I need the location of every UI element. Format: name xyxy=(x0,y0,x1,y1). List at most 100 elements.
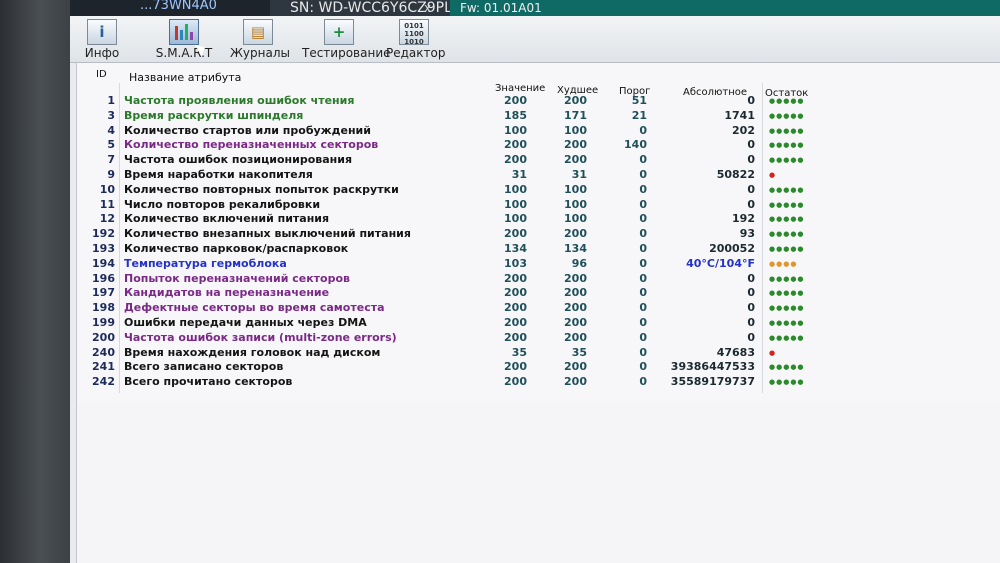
attr-id: 196 xyxy=(92,271,115,285)
attr-id: 1 xyxy=(107,94,115,107)
model-label: ...73WN4A0 xyxy=(140,0,217,13)
attr-worst: 100 xyxy=(564,212,587,226)
table-row[interactable]: 197 Кандидатов на переназначение 200 200 0 0 ●… xyxy=(77,286,1000,301)
attr-id: 199 xyxy=(92,316,115,329)
attr-id: 242 xyxy=(92,375,115,389)
attr-value: 31 xyxy=(511,168,527,181)
attr-threshold: 0 xyxy=(639,375,647,389)
attr-worst: 200 xyxy=(564,301,587,315)
smart-chart-icon xyxy=(169,19,199,45)
attr-worst: 96 xyxy=(571,256,587,270)
table-row[interactable]: 12 Количество включений питания 100 100 0 192… xyxy=(77,212,1000,227)
table-row[interactable]: 194 Температура гермоблока 103 96 0 40°C/104°… xyxy=(77,257,1000,272)
attr-remain-dots: ●●●●● xyxy=(769,141,805,150)
table-row[interactable]: 199 Ошибки передачи данных через DMA 200 20… xyxy=(77,316,1000,331)
attr-remain-dots: ●●●● xyxy=(769,259,798,268)
table-row[interactable]: 9 Время наработки накопителя 31 31 0 50822 ● xyxy=(77,168,1000,183)
table-row[interactable]: 1 Частота проявления ошибок чтения 200 200 5… xyxy=(77,94,1000,109)
attr-threshold: 0 xyxy=(639,123,647,137)
tool-testing-button[interactable]: + Тестирование xyxy=(302,19,391,60)
table-row[interactable]: 11 Число повторов рекалибровки 100 100 0 0 ●●●… xyxy=(77,198,1000,213)
attr-remain-dots: ●●●●● xyxy=(769,97,805,105)
attr-worst: 200 xyxy=(564,375,587,389)
attr-value: 200 xyxy=(504,94,527,107)
attr-raw: 0 xyxy=(747,271,755,285)
attr-remain-dots: ●●●●● xyxy=(769,378,805,387)
attr-threshold: 0 xyxy=(639,227,647,241)
attr-raw: 0 xyxy=(747,182,755,196)
attr-raw: 200052 xyxy=(709,242,755,255)
tool-logs-button[interactable]: ▤ Журналы xyxy=(230,19,290,60)
table-row[interactable]: 198 Дефектные секторы во время самотеста 2… xyxy=(77,301,1000,316)
test-plus-icon: + xyxy=(324,19,354,45)
attr-raw: 93 xyxy=(739,227,755,241)
attr-remain-dots: ●●●●● xyxy=(769,245,805,253)
attr-name: Время нахождения головок над диском xyxy=(124,345,381,359)
table-row[interactable]: 192 Количество внезапных выключений питан… xyxy=(77,227,1000,242)
attr-worst: 134 xyxy=(564,242,587,255)
attr-threshold: 51 xyxy=(631,94,647,107)
toolbar: i Инфо S.M.A.R.T ▤ Журналы + Тестировани… xyxy=(70,16,1000,63)
col-header-value: Значение xyxy=(495,83,546,94)
table-row[interactable]: 196 Попыток переназначений секторов 200 200… xyxy=(77,272,1000,287)
table-row[interactable]: 193 Количество парковок/распарковок 134 134… xyxy=(77,242,1000,257)
col-header-id: ID xyxy=(96,69,107,80)
attr-raw: 0 xyxy=(747,138,755,152)
attr-value: 200 xyxy=(504,227,527,241)
table-row[interactable]: 241 Всего записано секторов 200 200 0 3938644… xyxy=(77,360,1000,375)
attr-name: Дефектные секторы во время самотеста xyxy=(124,301,385,315)
attr-raw: 202 xyxy=(732,123,755,137)
attr-threshold: 0 xyxy=(639,212,647,226)
attr-name: Всего записано секторов xyxy=(124,360,284,374)
attr-name: Количество включений питания xyxy=(124,212,330,226)
attr-raw: 0 xyxy=(747,330,755,344)
attr-id: 4 xyxy=(107,123,115,137)
tool-editor-button[interactable]: 0101 1100 1010 Редактор xyxy=(386,19,445,60)
close-tab-button[interactable]: x xyxy=(424,0,431,16)
table-row[interactable]: 200 Частота ошибок записи (multi-zone err… xyxy=(77,331,1000,346)
attr-threshold: 140 xyxy=(624,138,647,152)
attr-id: 197 xyxy=(92,286,115,300)
attr-worst: 100 xyxy=(564,197,587,211)
attr-name: Температура гермоблока xyxy=(124,256,287,270)
attr-id: 192 xyxy=(92,227,115,241)
attr-raw: 47683 xyxy=(716,345,755,359)
tool-info-button[interactable]: i Инфо xyxy=(82,19,122,60)
firmware-label: Fw: 01.01A01 xyxy=(450,0,1000,16)
table-row[interactable]: 3 Время раскрутки шпинделя 185 171 21 1741 ●●●… xyxy=(77,109,1000,124)
table-row[interactable]: 4 Количество стартов или пробуждений 100 10… xyxy=(77,124,1000,139)
attr-remain-dots: ●●●●● xyxy=(769,333,805,342)
attr-name: Количество повторных попыток раскрутки xyxy=(124,182,399,196)
attr-value: 200 xyxy=(504,301,527,315)
attr-worst: 200 xyxy=(564,316,587,329)
attr-name: Количество стартов или пробуждений xyxy=(124,123,371,137)
attr-name: Частота ошибок позиционирования xyxy=(124,153,353,167)
attr-remain-dots: ●●●●● xyxy=(769,304,805,313)
attr-worst: 200 xyxy=(564,271,587,285)
attr-name: Время раскрутки шпинделя xyxy=(124,108,304,122)
attr-id: 241 xyxy=(92,360,115,374)
attr-value: 200 xyxy=(504,330,527,344)
attr-raw: 0 xyxy=(747,197,755,211)
table-row[interactable]: 240 Время нахождения головок над диском 35… xyxy=(77,346,1000,361)
attr-name: Кандидатов на переназначение xyxy=(124,286,330,300)
attr-worst: 200 xyxy=(564,227,587,241)
table-row[interactable]: 10 Количество повторных попыток раскрутки… xyxy=(77,183,1000,198)
attr-threshold: 0 xyxy=(639,168,647,181)
attr-worst: 200 xyxy=(564,94,587,107)
attr-worst: 200 xyxy=(564,286,587,300)
attr-threshold: 0 xyxy=(639,360,647,374)
logs-icon: ▤ xyxy=(243,19,273,45)
attr-raw: 0 xyxy=(747,94,755,107)
table-row[interactable]: 5 Количество переназначенных секторов 200 2… xyxy=(77,138,1000,153)
attr-remain-dots: ●●●●● xyxy=(769,200,805,209)
attr-threshold: 0 xyxy=(639,345,647,359)
attr-name: Время наработки накопителя xyxy=(124,168,313,181)
attr-id: 9 xyxy=(107,168,115,181)
attr-id: 193 xyxy=(92,242,115,255)
table-row[interactable]: 242 Всего прочитано секторов 200 200 0 355891… xyxy=(77,375,1000,390)
table-row[interactable]: 7 Частота ошибок позиционирования 200 200 0 0… xyxy=(77,153,1000,168)
attr-value: 100 xyxy=(504,123,527,137)
title-bar: ...73WN4A0 SN: WD-WCC6Y6CZ9PLK x Fw: 01.… xyxy=(70,0,1000,16)
attr-threshold: 21 xyxy=(631,108,647,122)
